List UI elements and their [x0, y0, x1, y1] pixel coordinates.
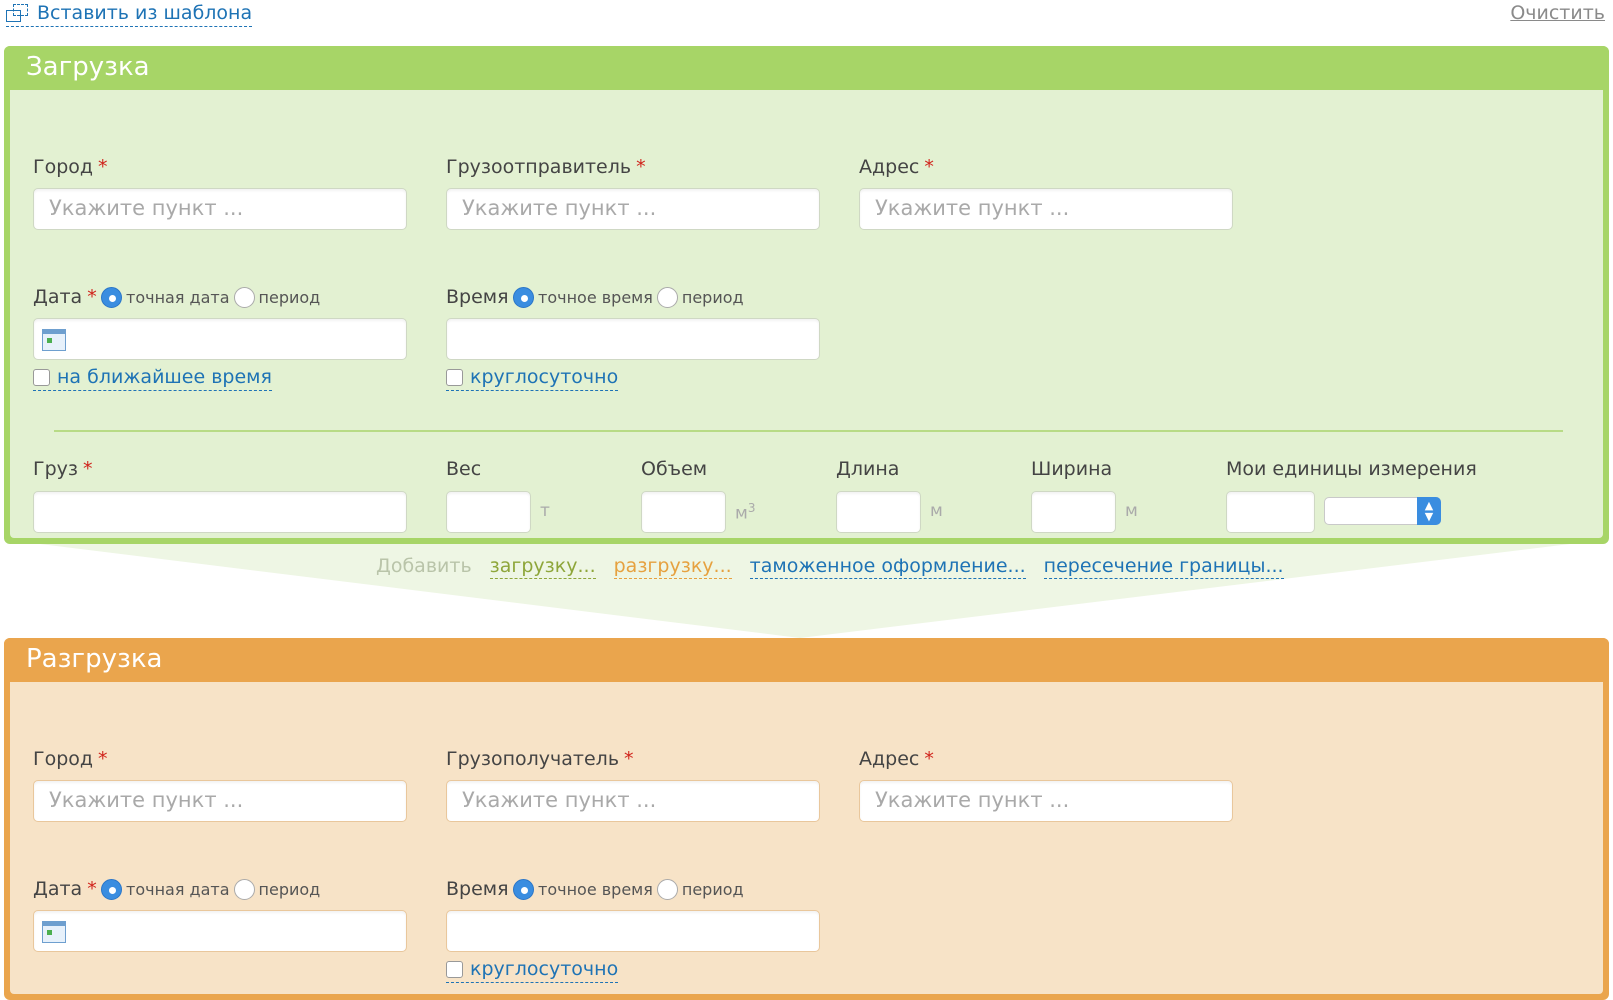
select-arrows-icon: ▲ ▼ [1417, 497, 1441, 525]
my-units-input[interactable] [1226, 491, 1315, 533]
volume-label: Объем [641, 458, 708, 480]
unload-city-input[interactable]: Укажите пункт ... [33, 780, 407, 822]
checkbox-icon[interactable] [446, 960, 463, 978]
load-date-mode: точная дата период [101, 287, 324, 308]
load-city-input[interactable]: Укажите пункт ... [33, 188, 407, 230]
unload-date-exact-radio[interactable]: точная дата [101, 879, 230, 900]
checkbox-icon[interactable] [33, 368, 50, 386]
load-panel: Загрузка Город * Укажите пункт ... Грузоо… [4, 46, 1609, 544]
radio-selected-icon [513, 879, 534, 900]
add-unload-link[interactable]: разгрузку... [613, 555, 732, 579]
load-time-input[interactable] [446, 318, 820, 360]
volume-unit: м3 [735, 501, 756, 524]
nearest-time-checkbox[interactable]: на ближайшее время [33, 366, 272, 391]
cargo-input[interactable] [33, 491, 407, 533]
load-address-label: Адрес * [859, 156, 934, 178]
consignee-input[interactable]: Укажите пункт ... [446, 780, 820, 822]
width-unit: м [1125, 501, 1138, 521]
shipper-input[interactable]: Укажите пункт ... [446, 188, 820, 230]
weight-unit: т [540, 501, 550, 521]
width-input[interactable] [1031, 491, 1116, 533]
cargo-label: Груз * [33, 458, 93, 480]
unload-time-mode: точное время период [513, 879, 748, 900]
radio-selected-icon [101, 287, 122, 308]
insert-template-label: Вставить из шаблона [37, 2, 253, 24]
unload-city-label: Город * [33, 748, 108, 770]
load-date-exact-label: точная дата [126, 288, 230, 307]
load-date-label: Дата * [33, 286, 97, 308]
load-date-period-label: период [258, 288, 321, 307]
nearest-time-label: на ближайшее время [57, 366, 272, 388]
load-date-period-radio[interactable]: период [233, 287, 321, 308]
length-unit: м [930, 501, 943, 521]
load-panel-title: Загрузка [4, 46, 1609, 90]
checkbox-icon[interactable] [446, 368, 463, 386]
load-date-exact-radio[interactable]: точная дата [101, 287, 230, 308]
radio-icon [656, 287, 678, 308]
insert-template-link[interactable]: Вставить из шаблона [6, 2, 253, 27]
load-time-period-radio[interactable]: период [656, 287, 744, 308]
load-time-period-label: период [681, 288, 744, 307]
unload-panel: Разгрузка Город * Укажите пункт ... Грузо… [4, 638, 1609, 1000]
shipper-label: Грузоотправитель * [446, 156, 646, 178]
calendar-icon[interactable] [42, 329, 66, 351]
unload-panel-title: Разгрузка [4, 638, 1609, 682]
radio-selected-icon [513, 287, 534, 308]
unload-time-period-radio[interactable]: период [656, 879, 744, 900]
unload-address-input[interactable]: Укажите пункт ... [859, 780, 1233, 822]
load-time-mode: точное время период [513, 287, 748, 308]
unload-time-period-label: период [681, 880, 744, 899]
radio-icon [233, 879, 255, 900]
unload-time-exact-label: точное время [538, 880, 653, 899]
unload-time-input[interactable] [446, 910, 820, 952]
unload-date-label: Дата * [33, 878, 97, 900]
load-time-exact-radio[interactable]: точное время [513, 287, 653, 308]
clear-link[interactable]: Очистить [1510, 2, 1605, 24]
weight-label: Вес [446, 458, 482, 480]
volume-input[interactable] [641, 491, 726, 533]
unload-date-input[interactable] [33, 910, 407, 952]
consignee-label: Грузополучатель * [446, 748, 634, 770]
section-divider [54, 430, 1563, 432]
radio-selected-icon [101, 879, 122, 900]
unload-round-clock-checkbox[interactable]: круглосуточно [446, 958, 619, 983]
unload-round-clock-label: круглосуточно [470, 958, 619, 980]
unload-time-exact-radio[interactable]: точное время [513, 879, 653, 900]
load-address-input[interactable]: Укажите пункт ... [859, 188, 1233, 230]
unload-address-label: Адрес * [859, 748, 934, 770]
template-icon [6, 3, 30, 23]
add-load-link[interactable]: загрузку... [489, 555, 596, 579]
my-units-select[interactable]: ▲ ▼ [1324, 497, 1441, 525]
load-city-label: Город * [33, 156, 108, 178]
radio-icon [656, 879, 678, 900]
load-time-label: Время [446, 286, 509, 308]
length-label: Длина [836, 458, 900, 480]
unload-date-exact-label: точная дата [126, 880, 230, 899]
add-border-link[interactable]: пересечение границы... [1043, 555, 1284, 579]
unload-time-label: Время [446, 878, 509, 900]
load-panel-body: Город * Укажите пункт ... Грузоотправител… [10, 90, 1603, 538]
add-label: Добавить [376, 555, 472, 577]
calendar-icon[interactable] [42, 921, 66, 943]
add-row: Добавить загрузку... разгрузку... таможе… [376, 555, 1302, 579]
load-round-clock-checkbox[interactable]: круглосуточно [446, 366, 619, 391]
width-label: Ширина [1031, 458, 1113, 480]
unload-panel-body: Город * Укажите пункт ... Грузополучатель… [10, 682, 1603, 994]
weight-input[interactable] [446, 491, 531, 533]
my-units-label: Мои единицы измерения [1226, 458, 1477, 480]
load-date-input[interactable] [33, 318, 407, 360]
length-input[interactable] [836, 491, 921, 533]
unload-date-period-label: период [258, 880, 321, 899]
load-round-clock-label: круглосуточно [470, 366, 619, 388]
unload-date-period-radio[interactable]: период [233, 879, 321, 900]
load-time-exact-label: точное время [538, 288, 653, 307]
add-customs-link[interactable]: таможенное оформление... [749, 555, 1026, 579]
unload-date-mode: точная дата период [101, 879, 324, 900]
radio-icon [233, 287, 255, 308]
